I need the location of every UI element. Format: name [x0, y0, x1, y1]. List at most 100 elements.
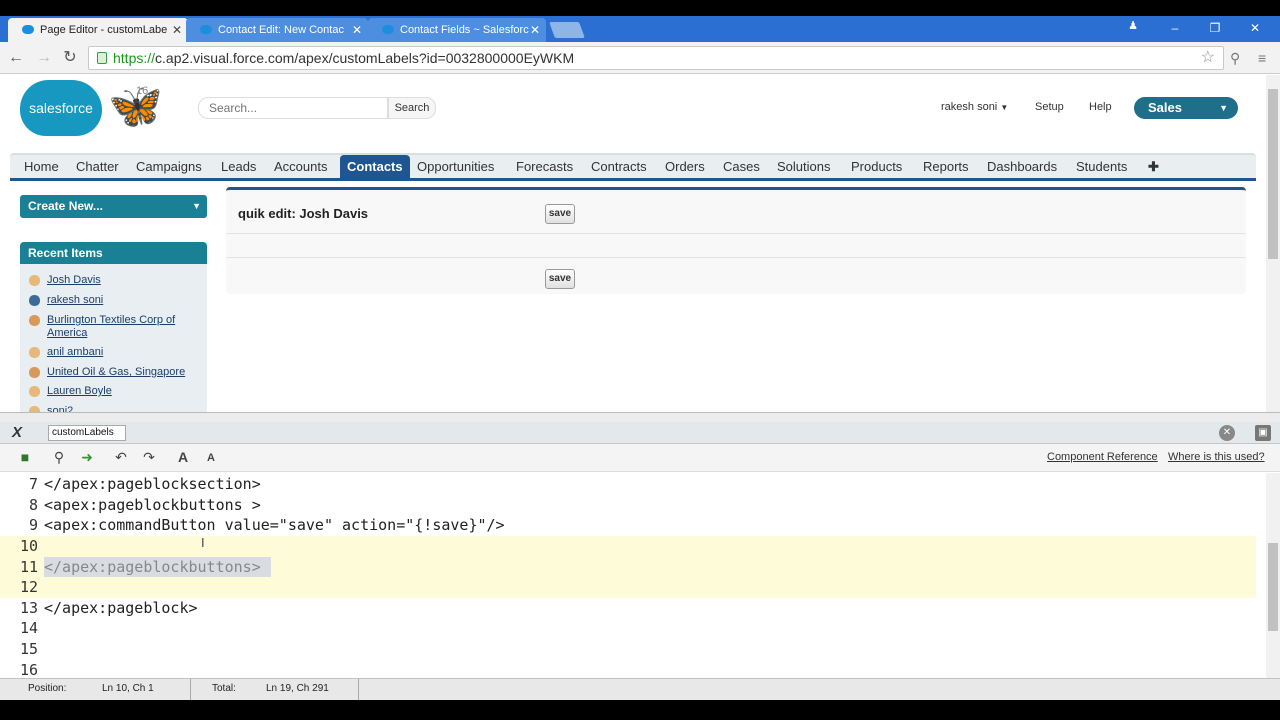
file-tab-customlabels[interactable]: customLabels — [48, 425, 126, 441]
salesforce-favicon-icon — [200, 25, 212, 34]
tab-forecasts[interactable]: Forecasts — [516, 155, 573, 180]
app-menu-button[interactable]: Sales ▼ — [1134, 97, 1238, 119]
url-scheme: https:// — [113, 50, 156, 66]
lock-icon — [97, 52, 107, 64]
font-decrease-icon[interactable]: A — [202, 452, 220, 464]
bookmark-star-icon[interactable]: ☆ — [1201, 47, 1215, 69]
user-menu-label: rakesh soni — [941, 101, 998, 113]
save-button-bottom[interactable]: save — [545, 269, 575, 289]
recent-item-link[interactable]: Lauren Boyle — [47, 385, 197, 398]
page-block: quik edit: Josh Davis save save — [226, 187, 1246, 294]
tab-contacts[interactable]: Contacts — [340, 155, 410, 180]
recent-items-title: Recent Items — [20, 242, 207, 264]
close-dev-mode-icon[interactable]: X — [12, 424, 22, 441]
browser-tab-contact-fields[interactable]: Contact Fields ~ Salesforc ✕ — [368, 18, 546, 42]
code-text: </apex:pageblock> — [44, 599, 198, 617]
code-line: 7 </apex:pageblocksection> — [0, 474, 1256, 495]
app-menu-label: Sales — [1148, 100, 1182, 115]
tab-home[interactable]: Home — [24, 155, 59, 180]
tab-campaigns[interactable]: Campaigns — [136, 155, 202, 180]
recent-item-link[interactable]: Josh Davis — [47, 274, 197, 287]
user-profile-icon[interactable]: ♟ — [1118, 16, 1148, 36]
where-is-this-used-link[interactable]: Where is this used? — [1168, 451, 1265, 463]
search-button[interactable]: Search — [388, 97, 436, 119]
text-cursor-icon: I — [201, 535, 205, 550]
total-label: Total: — [212, 683, 236, 694]
tab-opportunities[interactable]: Opportunities — [417, 155, 494, 180]
help-link[interactable]: Help — [1089, 101, 1112, 113]
code-text: </apex:pageblocksection> — [44, 475, 261, 493]
tab-accounts[interactable]: Accounts — [274, 155, 327, 180]
address-bar[interactable]: https://c.ap2.visual.force.com/apex/cust… — [88, 46, 1224, 70]
undo-icon[interactable]: ↶ — [112, 449, 130, 466]
redo-icon[interactable]: ↷ — [140, 449, 158, 466]
code-line: 16 — [0, 660, 1256, 678]
recent-item-link[interactable]: United Oil & Gas, Singapore — [47, 366, 197, 379]
scrollbar-thumb[interactable] — [1268, 89, 1278, 259]
user-menu[interactable]: rakesh soni ▼ — [941, 101, 1008, 113]
setup-link[interactable]: Setup — [1035, 101, 1064, 113]
new-tab-button[interactable] — [549, 22, 585, 38]
extension-icon[interactable]: ⚲ — [1230, 50, 1240, 67]
tab-products[interactable]: Products — [851, 155, 902, 180]
reload-icon[interactable]: ↻ — [60, 48, 80, 68]
account-icon — [29, 367, 40, 378]
tab-students[interactable]: Students — [1076, 155, 1127, 180]
save-button-top[interactable]: save — [545, 204, 575, 224]
position-label: Position: — [28, 683, 67, 694]
code-line: 8 <apex:pageblockbuttons > — [0, 495, 1256, 516]
page-scrollbar[interactable] — [1266, 75, 1280, 412]
save-disk-icon[interactable]: ■ — [16, 449, 34, 465]
nav-tab-bar: Home Chatter Campaigns Leads Accounts Co… — [10, 153, 1256, 181]
tab-reports[interactable]: Reports — [923, 155, 969, 180]
maximize-icon[interactable]: ▣ — [1255, 425, 1271, 441]
close-tab-icon[interactable]: ✕ — [530, 18, 540, 42]
tab-cases[interactable]: Cases — [723, 155, 760, 180]
close-tab-icon[interactable]: ✕ — [352, 18, 362, 42]
url-host: c.ap2.visual.force.com — [155, 50, 295, 66]
dev-footer-resize-handle[interactable] — [0, 412, 1280, 422]
browser-tab-title: Contact Edit: New Contac — [218, 24, 344, 36]
url-path: /apex/customLabels?id=0032800000EyWKM — [294, 50, 575, 66]
recent-item-link[interactable]: anil ambani — [47, 346, 197, 359]
collapse-circle-icon[interactable]: ✕ — [1219, 425, 1235, 441]
forward-arrow-icon[interactable]: → — [34, 48, 54, 68]
search-input[interactable] — [198, 97, 388, 119]
close-tab-icon[interactable]: ✕ — [172, 18, 182, 42]
tab-dashboards[interactable]: Dashboards — [987, 155, 1057, 180]
recent-item-link[interactable]: rakesh soni — [47, 294, 197, 307]
create-new-button[interactable]: Create New... ▼ — [20, 195, 207, 218]
browser-tab-title: Contact Fields ~ Salesforc — [400, 24, 529, 36]
search-icon[interactable]: ⚲ — [50, 449, 68, 466]
salesforce-logo[interactable]: salesforce — [20, 80, 102, 136]
chrome-menu-icon[interactable]: ≡ — [1258, 50, 1266, 66]
recent-item-link[interactable]: soni2 — [47, 405, 197, 412]
release-badge: 16 — [136, 85, 149, 97]
tab-orders[interactable]: Orders — [665, 155, 705, 180]
code-editor[interactable]: 7 </apex:pageblocksection> 8 <apex:pageblo… — [0, 473, 1266, 678]
restore-window-icon[interactable]: ❐ — [1200, 18, 1230, 38]
screen-bottom-edge — [0, 700, 1280, 720]
all-tabs-plus-icon[interactable]: ✚ — [1148, 155, 1159, 180]
salesforce-header: salesforce 🦋 16 Search rakesh soni ▼ Set… — [0, 75, 1266, 151]
dev-footer-header: X customLabels ✕ ▣ — [0, 422, 1280, 444]
close-window-icon[interactable]: ✕ — [1240, 18, 1270, 38]
minimize-window-icon[interactable]: – — [1160, 18, 1190, 38]
tab-leads[interactable]: Leads — [221, 155, 256, 180]
recent-item-link[interactable]: Burlington Textiles Corp of America — [47, 314, 197, 340]
recent-items-panel: Recent Items Josh Davis rakesh soni Burl… — [20, 242, 207, 412]
font-increase-icon[interactable]: A — [174, 449, 192, 465]
tab-solutions[interactable]: Solutions — [777, 155, 830, 180]
browser-tab-contact-edit[interactable]: Contact Edit: New Contac ✕ — [186, 18, 368, 42]
tab-contracts[interactable]: Contracts — [591, 155, 647, 180]
scrollbar-thumb[interactable] — [1268, 543, 1278, 631]
create-new-label: Create New... — [28, 199, 103, 213]
browser-tab-page-editor[interactable]: Page Editor - customLabe ✕ — [8, 18, 188, 42]
back-arrow-icon[interactable]: ← — [6, 48, 26, 68]
code-text: <apex:commandButton value="save" action=… — [44, 516, 505, 534]
tab-chatter[interactable]: Chatter — [76, 155, 119, 180]
editor-toolbar: ■ ⚲ ➜ ↶ ↷ A A Component Reference Where … — [0, 444, 1280, 472]
component-reference-link[interactable]: Component Reference — [1047, 451, 1158, 463]
editor-scrollbar[interactable] — [1266, 473, 1280, 678]
goto-line-arrow-icon[interactable]: ➜ — [78, 449, 96, 466]
